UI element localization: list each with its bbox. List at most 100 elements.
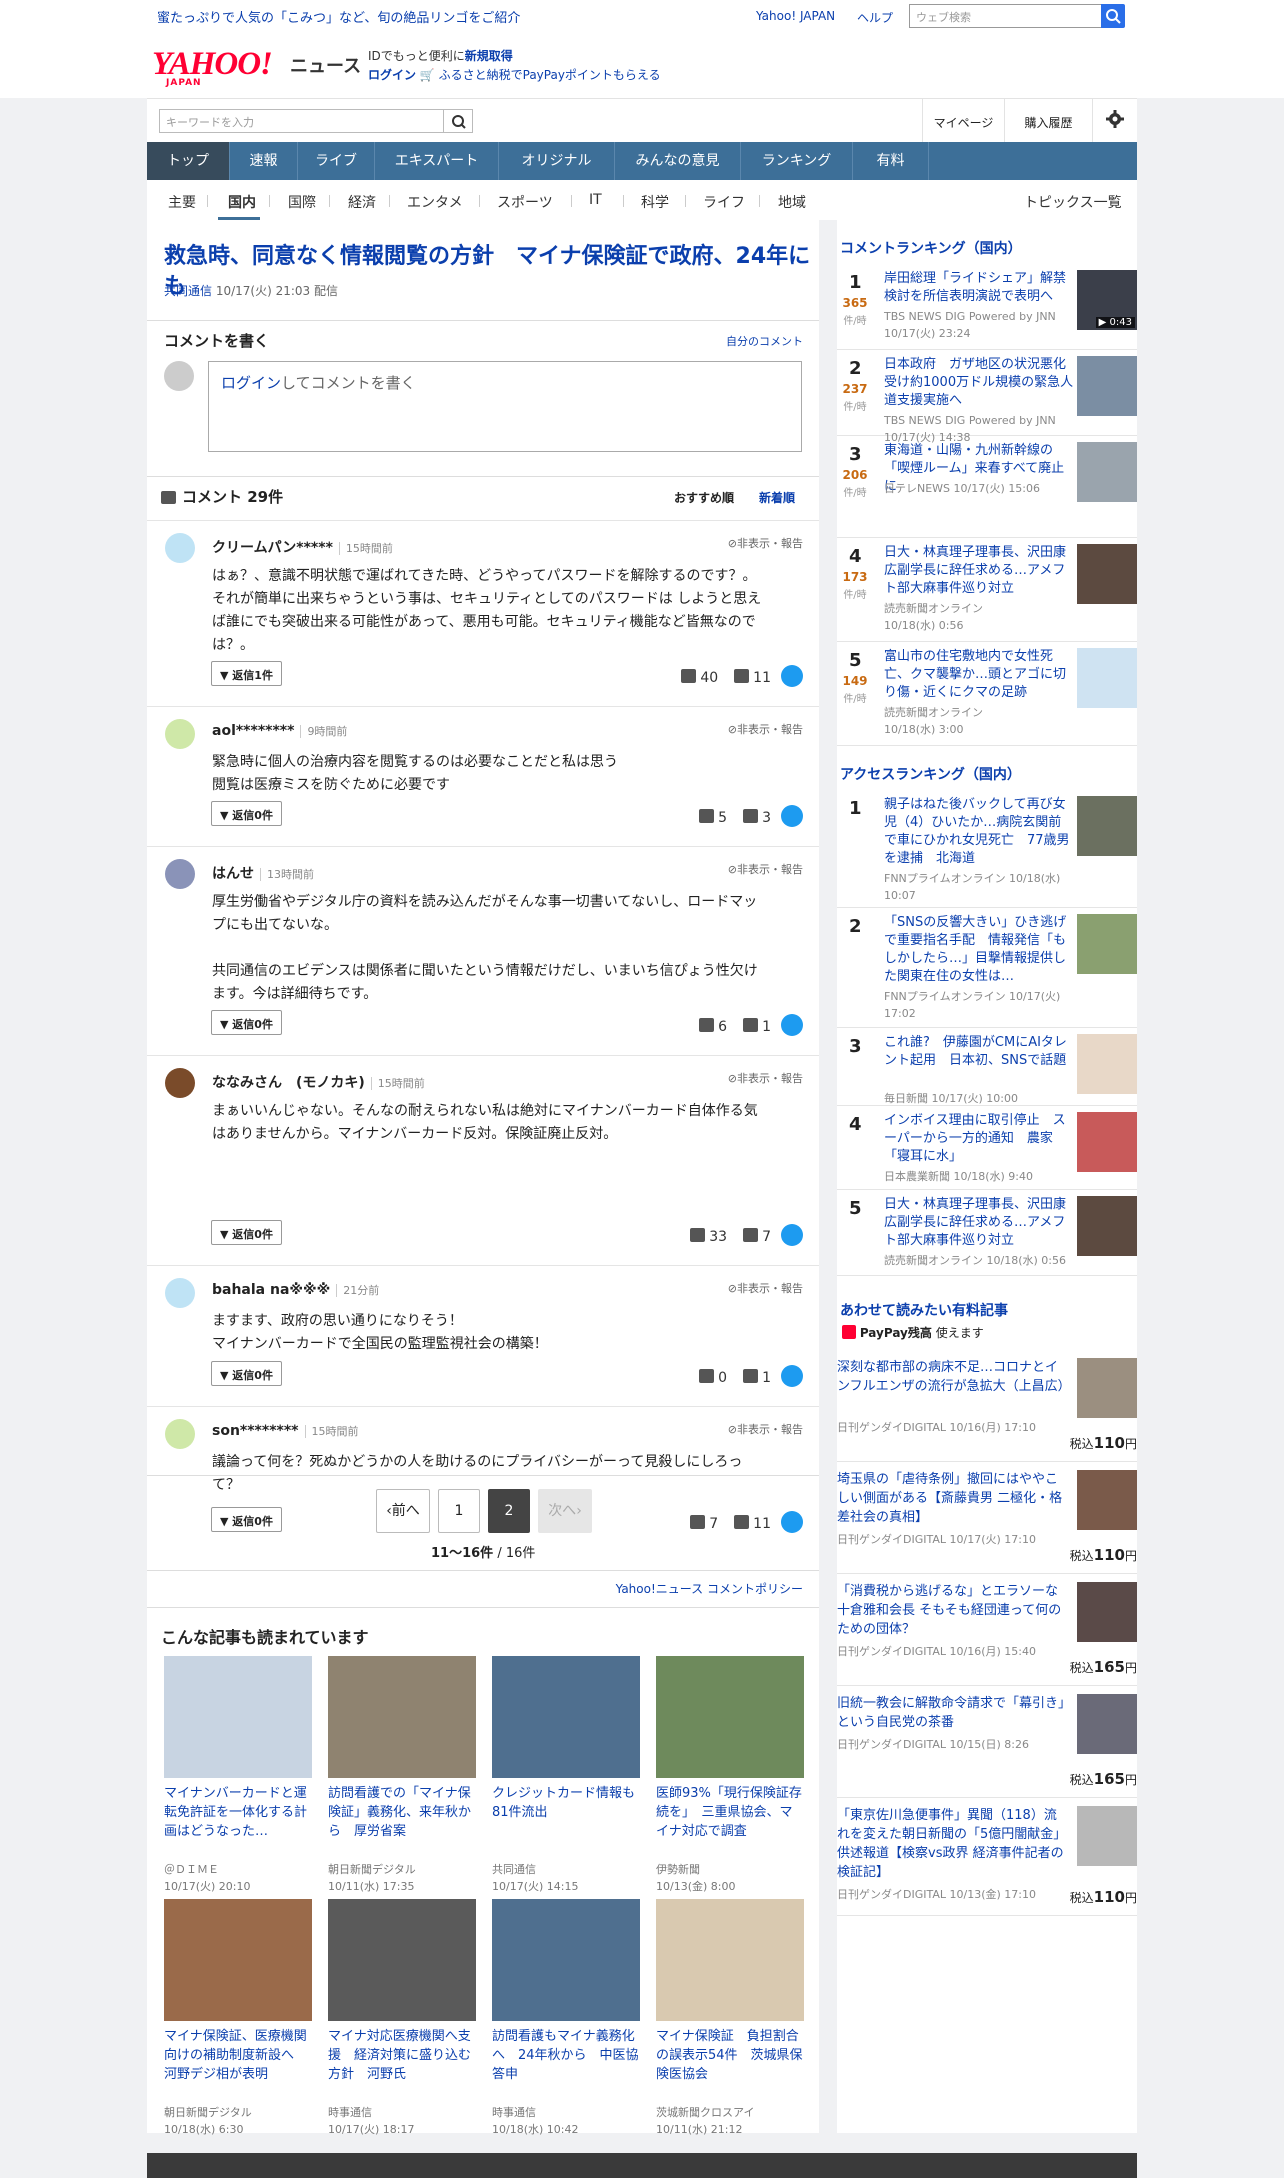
paid-article[interactable]: 深刻な都市部の病床不足…コロナとインフルエンザの流行が急拡大（上昌広） 日刊ゲンダ… — [837, 1350, 1137, 1462]
reply-toggle-button[interactable]: ▼ 返信0件 — [211, 1010, 282, 1035]
related-article[interactable]: マイナ保険証 負担割合の誤表示54件 茨城県保険医協会 茨城新聞クロスアイ 10/1… — [656, 1899, 804, 2138]
own-comment-link[interactable]: 自分のコメント — [726, 333, 803, 349]
keyword-search-icon[interactable] — [443, 109, 473, 133]
nav-original[interactable]: オリジナル — [499, 142, 615, 180]
sort-recommended[interactable]: おすすめ順 — [674, 489, 734, 506]
sort-newest[interactable]: 新着順 — [759, 489, 795, 506]
cat-entertainment[interactable]: エンタメ — [407, 192, 463, 212]
cat-sports[interactable]: スポーツ — [497, 192, 553, 212]
gear-icon[interactable] — [1092, 99, 1137, 143]
related-article[interactable]: 医師93%「現行保険証存続を」 三重県協会、マイナ対応で調査 伊勢新聞 10/13(… — [656, 1656, 804, 1895]
cat-region[interactable]: 地域 — [778, 192, 806, 212]
cat-main[interactable]: 主要 — [168, 192, 196, 212]
keyword-input[interactable]: キーワードを入力 — [159, 109, 445, 133]
article-source[interactable]: 共同通信 — [164, 284, 212, 298]
cat-international[interactable]: 国際 — [288, 192, 316, 212]
comment-input[interactable]: ログインしてコメントを書く — [208, 361, 802, 452]
related-article[interactable]: 訪問看護もマイナ義務化へ 24年秋から 中医協答申 時事通信 10/18(水) 10… — [492, 1899, 640, 2138]
comment-ranking-item[interactable]: 2 237 件/時 日本政府 ガザ地区の状況悪化受け約1000万ドル規模の緊急人道支援… — [837, 350, 1137, 444]
good-button[interactable]: 6 — [699, 1018, 727, 1035]
twitter-share-icon[interactable] — [781, 1511, 803, 1533]
nav-live[interactable]: ライブ — [298, 142, 375, 180]
access-ranking-item[interactable]: 3 これ誰? 伊藤園がCMにAIタレント起用 日本初、SNSで話題 毎日新聞 10/… — [837, 1028, 1137, 1106]
twitter-share-icon[interactable] — [781, 665, 803, 687]
help-link[interactable]: ヘルプ — [857, 9, 893, 26]
access-ranking-item[interactable]: 5 日大・林真理子理事長、沢田康広副学長に辞任求める…アメフト部大麻事件巡り対立読… — [837, 1190, 1137, 1276]
bad-button[interactable]: 11 — [734, 669, 771, 686]
cat-life[interactable]: ライフ — [703, 192, 745, 212]
comment-user[interactable]: クリームパン***** 15時間前 — [212, 537, 393, 557]
page-1-button[interactable]: 1 — [438, 1489, 480, 1533]
web-search-input[interactable]: ウェブ検索 — [909, 4, 1102, 28]
related-article[interactable]: クレジットカード情報も81件流出 共同通信 10/17(火) 14:15 — [492, 1656, 640, 1895]
comment-ranking-item[interactable]: 5 149 件/時 富山市の住宅敷地内で女性死亡、クマ襲撃か…頭とアゴに切り傷・近くに… — [837, 642, 1137, 746]
hide-report-link[interactable]: ⊘非表示・報告 — [728, 1280, 803, 1296]
bad-button[interactable]: 3 — [743, 809, 771, 826]
login-link[interactable]: ログイン — [368, 68, 416, 82]
related-article[interactable]: 訪問看護での「マイナ保険証」義務化、来年秋から 厚労省案 朝日新聞デジタル 10/1… — [328, 1656, 476, 1895]
related-article[interactable]: マイナ対応医療機関へ支援 経済対策に盛り込む方針 河野氏 時事通信 10/17(火)… — [328, 1899, 476, 2138]
cat-it[interactable]: IT — [589, 192, 602, 208]
access-ranking-item[interactable]: 1 親子はねた後バックして再び女児（4）ひいたか…病院玄関前で車にひかれ女児死亡 … — [837, 790, 1137, 908]
nav-paid[interactable]: 有料 — [853, 142, 929, 180]
paid-article[interactable]: 旧統一教会に解散命令請求で「幕引き」という自民党の茶番 日刊ゲンダイDIGITAL… — [837, 1686, 1137, 1798]
good-button[interactable]: 0 — [699, 1369, 727, 1386]
good-button[interactable]: 33 — [690, 1228, 727, 1245]
news-logo[interactable]: ニュース — [290, 52, 361, 78]
hide-report-link[interactable]: ⊘非表示・報告 — [728, 721, 803, 737]
comment-user[interactable]: ななみさん (モノカキ) 15時間前 — [212, 1072, 425, 1092]
reply-toggle-button[interactable]: ▼ 返信0件 — [211, 1361, 282, 1386]
hide-report-link[interactable]: ⊘非表示・報告 — [728, 1421, 803, 1437]
promo-link[interactable]: 蜜たっぷりで人気の「こみつ」など、旬の絶品リンゴをご紹介 — [157, 7, 520, 26]
good-button[interactable]: 40 — [681, 669, 718, 686]
furusato-link[interactable]: ふるさと納税でPayPayポイントもらえる — [439, 68, 661, 82]
twitter-share-icon[interactable] — [781, 1014, 803, 1036]
twitter-share-icon[interactable] — [781, 805, 803, 827]
nav-opinion[interactable]: みんなの意見 — [615, 142, 741, 180]
bad-button[interactable]: 7 — [743, 1228, 771, 1245]
cat-science[interactable]: 科学 — [641, 192, 669, 212]
reply-toggle-button[interactable]: ▼ 返信0件 — [211, 1220, 282, 1245]
bad-button[interactable]: 1 — [743, 1369, 771, 1386]
nav-ranking[interactable]: ランキング — [741, 142, 853, 180]
good-button[interactable]: 7 — [690, 1515, 718, 1532]
access-ranking-item[interactable]: 2 「SNSの反響大きい」ひき逃げで重要指名手配 情報発信「もしかしたら…」目撃情… — [837, 908, 1137, 1028]
topics-list-link[interactable]: トピックス一覧 — [1024, 192, 1122, 212]
paid-article[interactable]: 「消費税から逃げるな」とエラソーな十倉雅和会長 そもそも経団連って何のための団体… — [837, 1574, 1137, 1686]
comment-ranking-item[interactable]: 3 206 件/時 東海道・山陽・九州新幹線の「喫煙ルーム」来春すべて廃止に 日テレNE… — [837, 436, 1137, 538]
comment-user[interactable]: son******** 15時間前 — [212, 1423, 359, 1439]
twitter-share-icon[interactable] — [781, 1365, 803, 1387]
reply-toggle-button[interactable]: ▼ 返信0件 — [211, 1507, 282, 1532]
comment-user[interactable]: bahala na※※※ 21分前 — [212, 1282, 380, 1298]
comment-user[interactable]: aol******** 9時間前 — [212, 723, 348, 739]
good-button[interactable]: 5 — [699, 809, 727, 826]
paid-article[interactable]: 「東京佐川急便事件」異聞（118）流れを変えた朝日新聞の「5億円闇献金」供述報道… — [837, 1798, 1137, 1916]
comment-ranking-item[interactable]: 1 365 件/時 岸田総理「ライドシェア」解禁検討を所信表明演説で表明へ TBS NE… — [837, 264, 1137, 350]
reply-toggle-button[interactable]: ▼ 返信1件 — [211, 661, 282, 686]
nav-breaking[interactable]: 速報 — [230, 142, 298, 180]
search-icon[interactable] — [1101, 4, 1125, 28]
paid-article[interactable]: 埼玉県の「虐待条例」撤回にはややこしい側面がある【斎藤貴男 二極化・格差社会の真… — [837, 1462, 1137, 1574]
hide-report-link[interactable]: ⊘非表示・報告 — [728, 1070, 803, 1086]
hide-report-link[interactable]: ⊘非表示・報告 — [728, 535, 803, 551]
bad-button[interactable]: 11 — [734, 1515, 771, 1532]
cat-economy[interactable]: 経済 — [348, 192, 376, 212]
comment-login-link[interactable]: ログイン — [221, 374, 281, 392]
nav-top[interactable]: トップ — [147, 142, 230, 180]
twitter-share-icon[interactable] — [781, 1224, 803, 1246]
reply-toggle-button[interactable]: ▼ 返信0件 — [211, 801, 282, 826]
comment-ranking-item[interactable]: 4 173 件/時 日大・林真理子理事長、沢田康広副学長に辞任求める…アメフト部大麻事… — [837, 538, 1137, 642]
cat-domestic[interactable]: 国内 — [228, 192, 256, 212]
register-link[interactable]: 新規取得 — [465, 49, 513, 63]
hide-report-link[interactable]: ⊘非表示・報告 — [728, 861, 803, 877]
page-2-button[interactable]: 2 — [488, 1489, 530, 1533]
prev-page-button[interactable]: ‹前へ — [376, 1489, 430, 1533]
access-ranking-item[interactable]: 4 インボイス理由に取引停止 スーパーから一方的通知 農家「寝耳に水」 日本農業新聞… — [837, 1106, 1137, 1190]
related-article[interactable]: マイナンバーカードと運転免許証を一体化する計画はどうなった… ＠ＤＩＭＥ 10/17… — [164, 1656, 312, 1895]
purchase-history-link[interactable]: 購入履歴 — [1004, 99, 1092, 143]
bad-button[interactable]: 1 — [743, 1018, 771, 1035]
comment-policy-link[interactable]: Yahoo!ニュース コメントポリシー — [616, 1580, 803, 1597]
comment-user[interactable]: はんせ 13時間前 — [212, 863, 314, 883]
mypage-link[interactable]: マイページ — [922, 99, 1004, 143]
related-article[interactable]: マイナ保険証、医療機関向けの補助制度新設へ 河野デジ相が表明 朝日新聞デジタル 10… — [164, 1899, 312, 2138]
